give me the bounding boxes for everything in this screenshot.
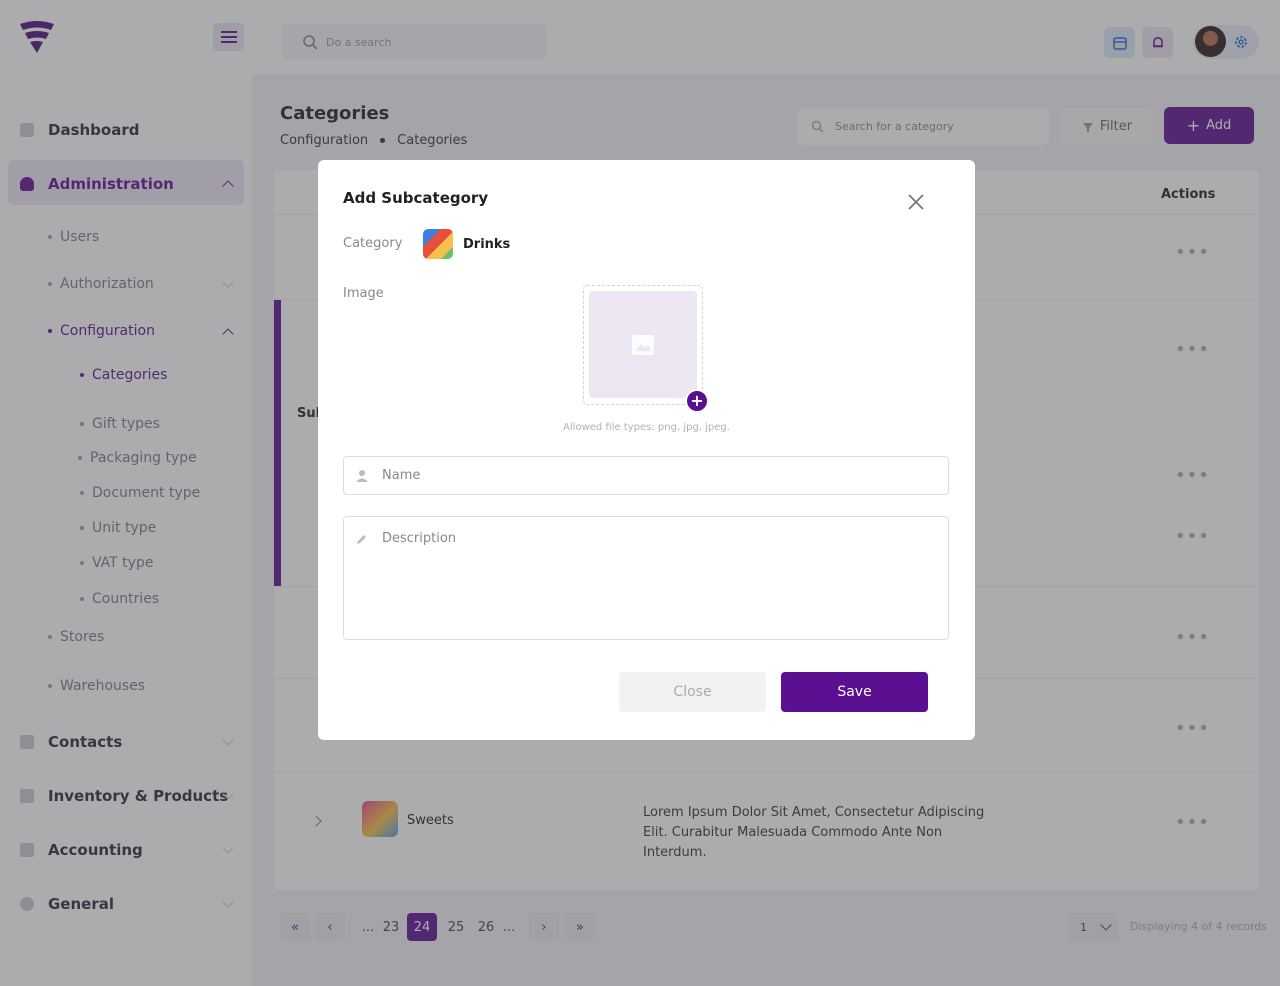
add-subcategory-modal: Add Subcategory Category Drinks Image + … [318, 160, 975, 740]
name-field[interactable] [343, 456, 949, 495]
image-placeholder[interactable] [589, 291, 697, 398]
close-button[interactable]: Close [619, 672, 766, 712]
plus-icon: + [690, 391, 704, 410]
name-input[interactable] [382, 468, 902, 483]
file-types-hint: Allowed file types: png, jpg, jpeg. [563, 422, 730, 433]
description-field[interactable] [343, 516, 949, 640]
user-icon [356, 470, 368, 482]
description-input[interactable] [382, 531, 922, 621]
close-icon[interactable] [906, 192, 926, 212]
image-icon [632, 334, 654, 355]
modal-title: Add Subcategory [343, 189, 489, 207]
upload-image-button[interactable]: + [685, 389, 709, 413]
category-label: Category [343, 236, 403, 251]
category-image [423, 229, 453, 259]
pencil-icon [357, 535, 366, 544]
save-button[interactable]: Save [781, 672, 928, 712]
category-value: Drinks [463, 237, 511, 252]
image-label: Image [343, 286, 384, 301]
